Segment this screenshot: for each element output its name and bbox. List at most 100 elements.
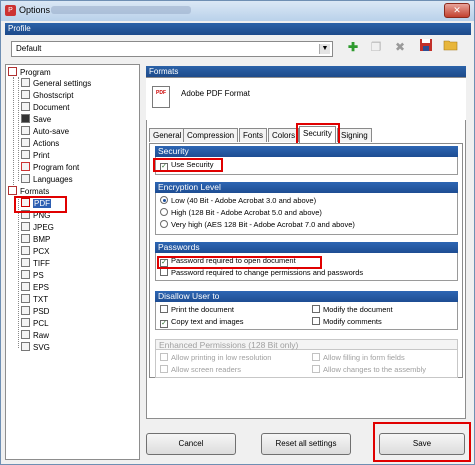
file-icon xyxy=(21,318,30,327)
copy-profile-icon[interactable]: ❐ xyxy=(367,38,385,56)
disallow-group: Print the document Modify the document ✓… xyxy=(155,302,458,330)
tree-item-txt[interactable]: TXT xyxy=(21,294,48,305)
checkbox-unchecked[interactable] xyxy=(312,365,320,373)
tab-security[interactable]: Security xyxy=(299,126,336,143)
tree-item-eps[interactable]: EPS xyxy=(21,282,49,293)
tree-item-jpeg[interactable]: JPEG xyxy=(21,222,54,233)
profile-selected-value: Default xyxy=(16,44,42,53)
allow-low-res-checkbox[interactable]: Allow printing in low resolution xyxy=(160,353,271,363)
checkbox-checked[interactable]: ✓ xyxy=(160,163,168,171)
add-profile-icon[interactable]: ✚ xyxy=(344,38,362,56)
radio-unselected[interactable] xyxy=(160,220,168,228)
tree-item-program[interactable]: Program xyxy=(8,67,51,78)
tree-item-pdf[interactable]: PDF xyxy=(21,198,51,209)
save-profile-icon[interactable] xyxy=(417,38,435,56)
close-button[interactable]: ✕ xyxy=(444,3,470,18)
allow-fill-forms-checkbox[interactable]: Allow filling in form fields xyxy=(312,353,405,363)
checkbox-unchecked[interactable] xyxy=(160,365,168,373)
tab-colors[interactable]: Colors xyxy=(268,128,300,142)
tree-item-svg[interactable]: SVG xyxy=(21,342,50,353)
passwords-group: ✓ Password required to open document Pass… xyxy=(155,253,458,281)
pdf-file-icon: PDF xyxy=(152,86,170,108)
tree-item-png[interactable]: PNG xyxy=(21,210,50,221)
open-folder-icon[interactable] xyxy=(441,38,459,56)
passwords-group-header: Passwords xyxy=(155,242,458,253)
window-title: Options xyxy=(19,5,51,15)
document-icon xyxy=(21,102,30,111)
font-icon xyxy=(21,162,30,171)
checkbox-unchecked[interactable] xyxy=(312,317,320,325)
disallow-print-checkbox[interactable]: Print the document xyxy=(160,305,234,315)
allow-screen-readers-checkbox[interactable]: Allow screen readers xyxy=(160,365,241,375)
delete-profile-icon[interactable]: ✖ xyxy=(391,38,409,56)
tree-item-general-settings[interactable]: General settings xyxy=(21,78,91,89)
tree-item-pcx[interactable]: PCX xyxy=(21,246,49,257)
cancel-button[interactable]: Cancel xyxy=(146,433,236,455)
disallow-copy-checkbox[interactable]: ✓ Copy text and images xyxy=(160,317,244,328)
tree-item-document[interactable]: Document xyxy=(21,102,69,113)
tree-connector xyxy=(18,77,19,181)
save-button[interactable]: Save xyxy=(379,433,465,455)
tab-general[interactable]: General xyxy=(149,128,186,142)
title-bar[interactable]: P Options ✕ xyxy=(1,1,474,21)
tree-item-ghostscript[interactable]: Ghostscript xyxy=(21,90,73,101)
encryption-low-radio[interactable]: Low (40 Bit - Adobe Acrobat 3.0 and abov… xyxy=(160,196,316,206)
checkbox-unchecked[interactable] xyxy=(312,353,320,361)
tree-item-bmp[interactable]: BMP xyxy=(21,234,50,245)
checkbox-checked[interactable]: ✓ xyxy=(160,320,168,328)
tree-item-auto-save[interactable]: Auto-save xyxy=(21,126,69,137)
file-icon xyxy=(21,306,30,315)
password-permissions-checkbox[interactable]: Password required to change permissions … xyxy=(160,268,363,278)
radio-unselected[interactable] xyxy=(160,208,168,216)
profile-section-bar: Profile xyxy=(5,23,471,35)
tree-item-save[interactable]: Save xyxy=(21,114,51,125)
tree-item-raw[interactable]: Raw xyxy=(21,330,49,341)
encryption-high-radio[interactable]: High (128 Bit - Adobe Acrobat 5.0 and ab… xyxy=(160,208,322,218)
tree-item-tiff[interactable]: TIFF xyxy=(21,258,50,269)
file-icon xyxy=(21,342,30,351)
checkbox-unchecked[interactable] xyxy=(160,268,168,276)
tree-item-actions[interactable]: Actions xyxy=(21,138,59,149)
tree-item-program-font[interactable]: Program font xyxy=(21,162,79,173)
allow-assembly-checkbox[interactable]: Allow changes to the assembly xyxy=(312,365,426,375)
use-security-checkbox[interactable]: ✓ Use Security xyxy=(160,160,214,171)
tree-item-languages[interactable]: Languages xyxy=(21,174,73,185)
encryption-group-header: Encryption Level xyxy=(155,182,458,193)
image-icon xyxy=(21,258,30,267)
tab-compression[interactable]: Compression xyxy=(183,128,239,142)
program-icon xyxy=(8,67,17,76)
settings-icon xyxy=(21,78,30,87)
password-open-checkbox[interactable]: ✓ Password required to open document xyxy=(160,256,296,267)
radio-selected[interactable] xyxy=(160,196,168,204)
tree-item-formats[interactable]: Formats xyxy=(8,186,49,197)
formats-section-bar: Formats xyxy=(146,66,466,77)
image-icon xyxy=(21,234,30,243)
checkbox-unchecked[interactable] xyxy=(312,305,320,313)
disallow-group-header: Disallow User to xyxy=(155,291,458,302)
tab-signing[interactable]: Signing xyxy=(337,128,372,142)
ghostscript-icon xyxy=(21,90,30,99)
image-icon xyxy=(21,222,30,231)
encryption-group: Low (40 Bit - Adobe Acrobat 3.0 and abov… xyxy=(155,193,458,235)
tree-item-print[interactable]: Print xyxy=(21,150,49,161)
image-icon xyxy=(21,246,30,255)
disallow-comments-checkbox[interactable]: Modify comments xyxy=(312,317,382,327)
security-group: ✓ Use Security xyxy=(155,157,458,175)
checkbox-unchecked[interactable] xyxy=(160,353,168,361)
tree-connector xyxy=(18,196,19,348)
chevron-down-icon[interactable]: ▼ xyxy=(319,44,330,54)
encryption-very-high-radio[interactable]: Very high (AES 128 Bit - Adobe Acrobat 7… xyxy=(160,220,355,230)
disallow-modify-checkbox[interactable]: Modify the document xyxy=(312,305,393,315)
tree-item-ps[interactable]: PS xyxy=(21,270,44,281)
reset-all-settings-button[interactable]: Reset all settings xyxy=(261,433,351,455)
format-header: PDF Adobe PDF Format xyxy=(146,78,466,120)
checkbox-unchecked[interactable] xyxy=(160,305,168,313)
tree-item-psd[interactable]: PSD xyxy=(21,306,49,317)
tree-item-pcl[interactable]: PCL xyxy=(21,318,49,329)
profile-select[interactable]: Default ▼ xyxy=(11,41,333,57)
file-icon xyxy=(21,282,30,291)
app-icon: P xyxy=(5,5,16,16)
tab-fonts[interactable]: Fonts xyxy=(239,128,268,142)
checkbox-checked[interactable]: ✓ xyxy=(160,259,168,267)
file-icon xyxy=(21,270,30,279)
